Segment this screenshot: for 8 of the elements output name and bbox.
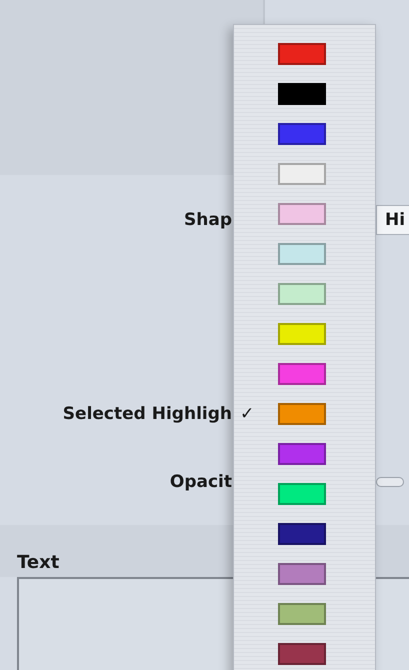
menu-item[interactable]: ✓: [234, 394, 375, 434]
shape-label: Shap: [183, 210, 232, 230]
opacity-label: Opacit: [168, 472, 232, 492]
shape-field[interactable]: Hi: [376, 205, 409, 235]
checkmark: ✓: [239, 404, 256, 424]
highlight-label: Selected Highligh: [62, 404, 232, 424]
section-title: Text: [17, 552, 60, 575]
slider-track[interactable]: [376, 477, 404, 487]
